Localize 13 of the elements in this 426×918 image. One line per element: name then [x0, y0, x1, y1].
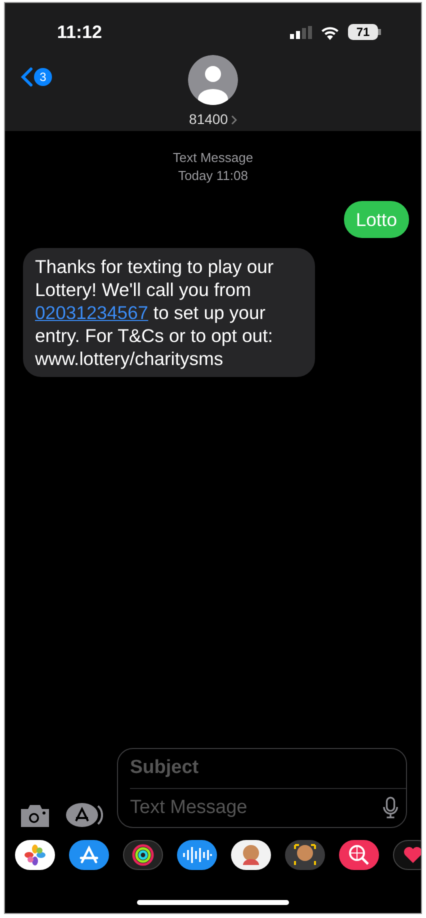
contact-name-button[interactable]: 81400 [189, 109, 237, 130]
message-field[interactable]: Text Message [118, 788, 383, 827]
service-label: Text Message [172, 149, 254, 167]
back-button[interactable]: 3 [21, 67, 52, 87]
received-message-bubble: Thanks for texting to play our Lottery! We'll call you from 02031234567 to set up your entry. For T&Cs or to opt out: www.lottery/charitysms [23, 248, 315, 377]
battery-level: 71 [348, 24, 378, 40]
sent-message-bubble: Lotto [344, 201, 409, 238]
unread-badge: 3 [34, 68, 52, 86]
message-compose-field[interactable]: Subject Text Message [117, 748, 407, 828]
timestamp: Today 11:08 [177, 167, 249, 185]
subject-field[interactable]: Subject [118, 749, 406, 788]
phone-number-link[interactable]: 02031234567 [35, 302, 148, 323]
status-time: 11:12 [57, 20, 102, 44]
